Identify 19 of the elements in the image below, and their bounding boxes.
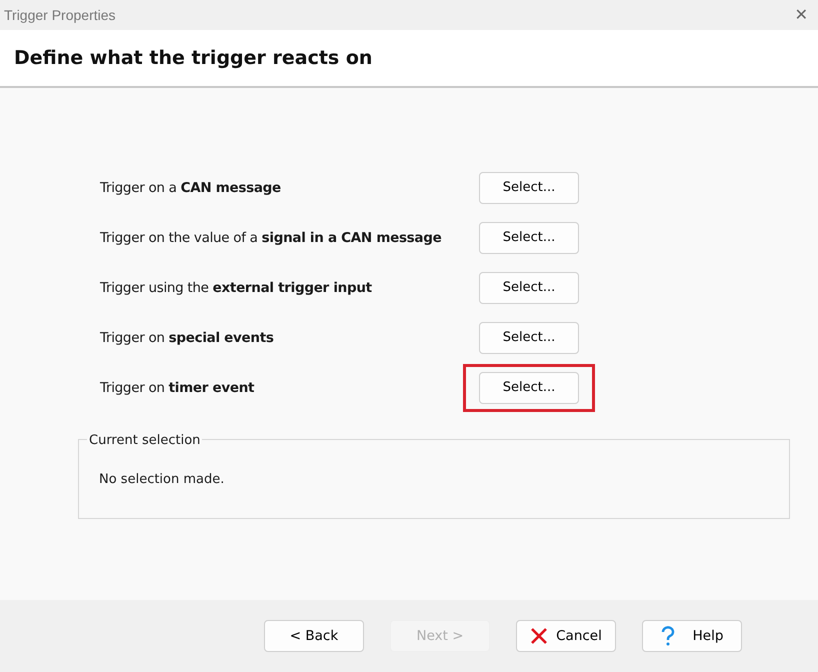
select-button[interactable]: Select... — [479, 322, 579, 354]
select-button[interactable]: Select... — [479, 372, 579, 404]
select-button[interactable]: Select... — [479, 172, 579, 204]
select-button[interactable]: Select... — [479, 272, 579, 304]
page-heading: Define what the trigger reacts on — [14, 46, 372, 70]
option-label: Trigger on timer event — [100, 378, 256, 398]
option-label: Trigger on the value of a signal in a CAN message — [100, 228, 442, 248]
select-button[interactable]: Select... — [479, 222, 579, 254]
option-label: Trigger on special events — [100, 328, 275, 348]
window-title: Trigger Properties — [4, 6, 116, 25]
help-icon — [660, 626, 675, 646]
close-button[interactable]: ✕ — [790, 7, 812, 23]
option-label: Trigger using the external trigger input — [100, 278, 373, 298]
option-label: Trigger on a CAN message — [100, 178, 282, 198]
help-button[interactable]: Help — [642, 620, 742, 652]
selection-text: No selection made. — [99, 472, 224, 487]
cancel-button[interactable]: Cancel — [516, 620, 616, 652]
close-icon — [530, 627, 548, 645]
wizard-button[interactable]: < Back — [264, 620, 364, 652]
